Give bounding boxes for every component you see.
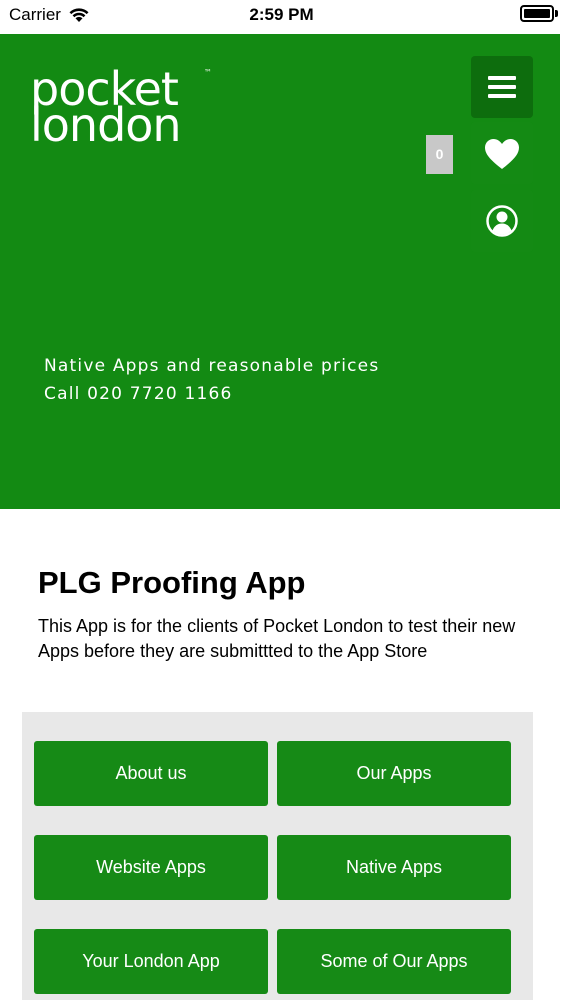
navigation-grid: About us Our Apps Website Apps Native Ap… xyxy=(22,712,533,1000)
hamburger-icon xyxy=(488,76,516,80)
our-apps-button[interactable]: Our Apps xyxy=(277,741,511,806)
about-us-button[interactable]: About us xyxy=(34,741,268,806)
hamburger-icon xyxy=(488,94,516,98)
logo-trademark: ™ xyxy=(204,68,212,77)
header-banner: pocket london ™ 0 Native Apps and reason… xyxy=(0,34,560,509)
pocket-london-logo[interactable]: pocket london ™ xyxy=(30,64,212,180)
website-apps-button[interactable]: Website Apps xyxy=(34,835,268,900)
battery-icon xyxy=(520,5,554,22)
favorites-button[interactable] xyxy=(471,122,533,184)
hamburger-icon xyxy=(488,85,516,89)
battery-tip xyxy=(555,10,558,17)
tagline-text: Native Apps and reasonable prices xyxy=(44,356,380,376)
heart-icon xyxy=(485,139,519,169)
user-icon xyxy=(486,205,518,237)
native-apps-button[interactable]: Native Apps xyxy=(277,835,511,900)
tagline: Native Apps and reasonable prices Call 0… xyxy=(44,352,379,408)
intro-description: This App is for the clients of Pocket Lo… xyxy=(38,616,516,661)
clock: 2:59 PM xyxy=(249,5,314,24)
page-title: PLG Proofing App xyxy=(38,565,306,600)
phone-number[interactable]: Call 020 7720 1166 xyxy=(44,380,379,408)
status-bar: Carrier 2:59 PM xyxy=(0,0,563,34)
menu-button[interactable] xyxy=(471,56,533,118)
user-account-button[interactable] xyxy=(471,190,533,252)
logo-text-london: london xyxy=(30,98,182,152)
your-london-app-button[interactable]: Your London App xyxy=(34,929,268,994)
some-of-our-apps-button[interactable]: Some of Our Apps xyxy=(277,929,511,994)
favorites-count-badge: 0 xyxy=(426,135,453,174)
